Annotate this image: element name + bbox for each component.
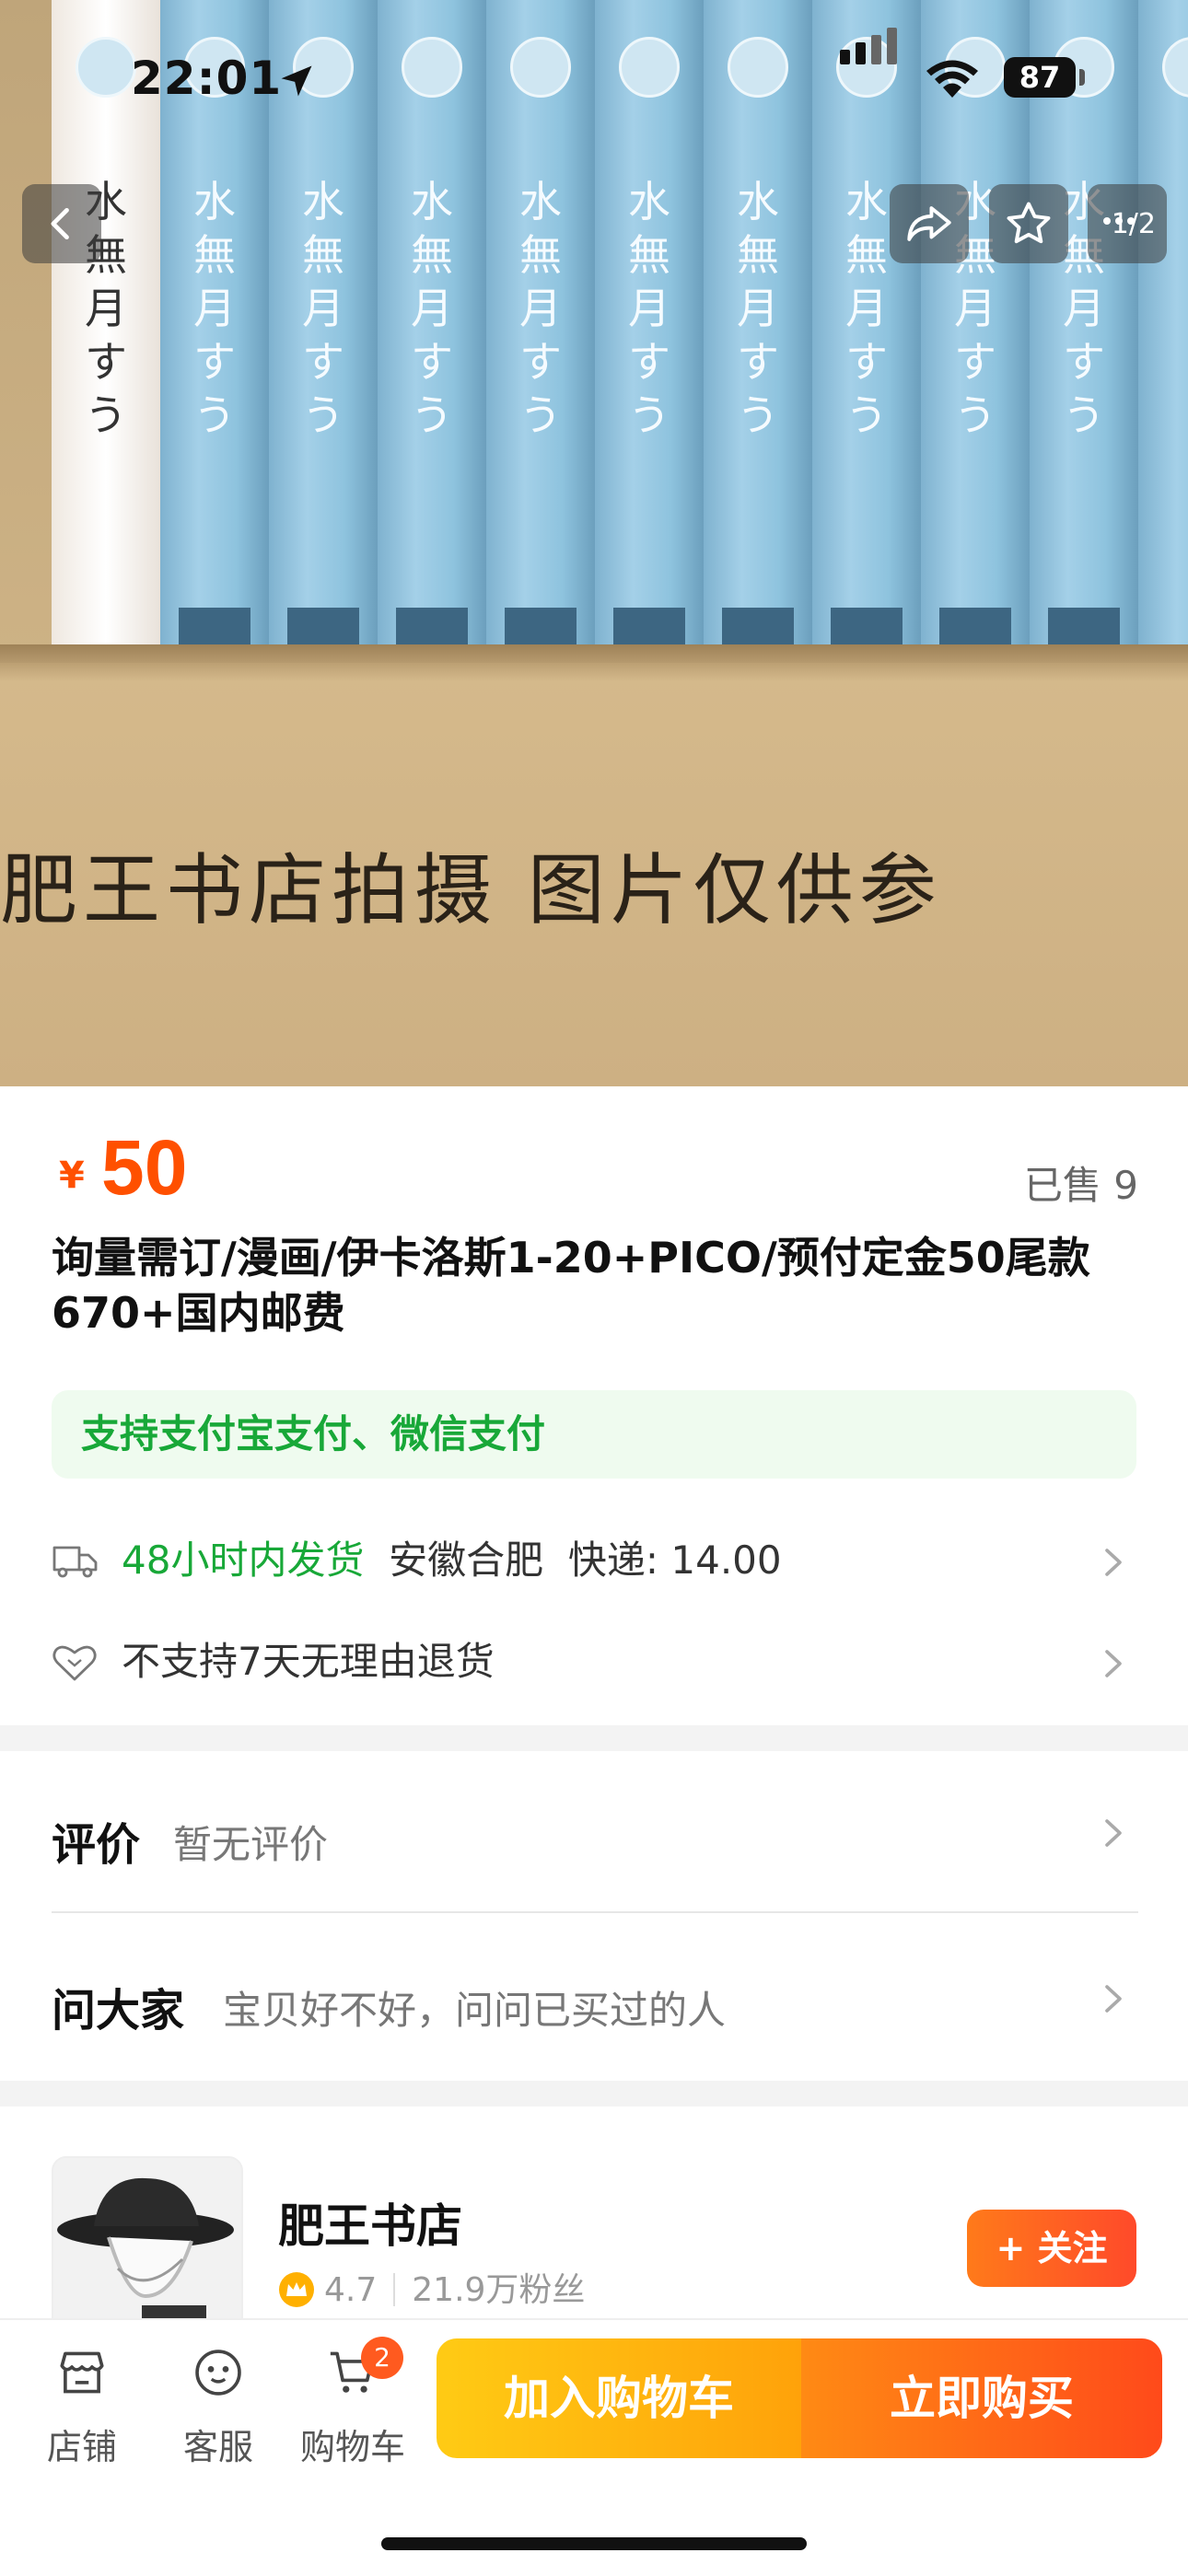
shop-avatar-image xyxy=(53,2158,241,2342)
shop-rating: 4.7 xyxy=(324,2271,378,2309)
home-indicator[interactable] xyxy=(381,2537,807,2550)
service-icon xyxy=(195,2350,241,2396)
image-page-indicator[interactable]: 1/2 xyxy=(1088,184,1167,263)
shelf-shadow xyxy=(0,644,1188,681)
qa-prompt: 宝贝好不好，问问已买过的人 xyxy=(223,1988,727,2033)
cart-label: 购物车 xyxy=(299,2427,405,2467)
spine-foot xyxy=(287,608,359,644)
payment-support-banner: 支持支付宝支付、微信支付 xyxy=(52,1390,1136,1479)
cart-count-badge: 2 xyxy=(361,2337,403,2379)
spine-foot xyxy=(179,608,250,644)
shop-fans: 21.9万粉丝 xyxy=(412,2271,586,2309)
return-policy: 不支持7天无理由退货 xyxy=(122,1639,495,1684)
ask-everyone-row[interactable]: 问大家 宝贝好不好，问问已买过的人 xyxy=(52,1937,1138,2057)
chevron-right-icon xyxy=(1105,1549,1122,1576)
shipping-origin: 安徽合肥 xyxy=(389,1537,544,1583)
add-to-cart-button[interactable]: 加入购物车 xyxy=(437,2338,801,2458)
spine-text: 水無月すう xyxy=(845,177,888,440)
chevron-left-icon xyxy=(51,207,69,240)
image-caption: 肥王书店拍摄 图片仅供参 xyxy=(0,845,942,935)
spine-foot xyxy=(613,608,685,644)
store-label: 店铺 xyxy=(46,2427,117,2467)
reviews-row[interactable]: 评价 暂无评价 xyxy=(52,1771,1138,1891)
shop-meta: 4.7 21.9万粉丝 xyxy=(278,2263,585,2311)
shop-name[interactable]: 肥王书店 xyxy=(278,2189,462,2256)
service-label: 客服 xyxy=(182,2427,253,2467)
product-title: 询量需订/漫画/伊卡洛斯1-20+PICO/预付定金50尾款670+国内邮费 xyxy=(52,1233,1090,1338)
spine-text: 水無月すう xyxy=(411,177,453,440)
heart-icon xyxy=(52,1645,97,1681)
spine-foot xyxy=(505,608,577,644)
share-icon xyxy=(907,206,951,241)
chevron-right-icon xyxy=(1105,1985,1122,2013)
meta-separator xyxy=(393,2273,396,2306)
cart-button[interactable]: 2 购物车 xyxy=(293,2337,413,2469)
row-divider xyxy=(52,1911,1138,1913)
section-divider xyxy=(0,2081,1188,2106)
qa-label: 问大家 xyxy=(52,1985,185,2036)
spine-text: 水無月すう xyxy=(519,177,562,440)
customer-service-button[interactable]: 客服 xyxy=(158,2346,278,2469)
price-row: ¥ 50 已售 9 xyxy=(52,1123,1138,1215)
share-button[interactable] xyxy=(890,184,969,263)
battery-tip xyxy=(1079,69,1085,86)
buy-now-button[interactable]: 立即购买 xyxy=(801,2338,1162,2458)
reviews-summary: 暂无评价 xyxy=(173,1822,329,1867)
shipping-fee: 快递: 14.00 xyxy=(567,1537,782,1583)
spine-foot xyxy=(831,608,903,644)
battery-indicator: 87 xyxy=(1004,57,1076,98)
shipping-row[interactable]: 48小时内发货 安徽合肥 快递: 14.00 xyxy=(52,1528,1138,1593)
chevron-right-icon xyxy=(1105,1650,1122,1677)
spine-text: 水無月すう xyxy=(628,177,670,440)
spine-foot xyxy=(939,608,1011,644)
spine-foot xyxy=(396,608,468,644)
shop-avatar[interactable] xyxy=(52,2156,243,2344)
favorite-button[interactable] xyxy=(989,184,1068,263)
spine-foot xyxy=(1048,608,1120,644)
product-image[interactable]: 水無月すう 水無月すう 水無月すう 水無月すう 水無月すう 水無月すう 水無月す… xyxy=(0,0,1188,1086)
status-time: 22:01 xyxy=(131,52,283,105)
back-button[interactable] xyxy=(22,184,101,263)
spine-text: 水無月すう xyxy=(737,177,779,440)
spine-text: 水無月すう xyxy=(302,177,344,440)
wifi-icon xyxy=(926,60,978,98)
section-divider xyxy=(0,1725,1188,1751)
store-icon xyxy=(60,2351,104,2394)
currency-symbol: ¥ xyxy=(59,1155,85,1197)
location-arrow-icon xyxy=(281,65,312,97)
shipping-time: 48小时内发货 xyxy=(122,1537,365,1583)
reviews-label: 评价 xyxy=(52,1819,141,1871)
star-icon xyxy=(1007,202,1051,244)
page-count: 1/2 xyxy=(1111,208,1156,240)
return-policy-row[interactable]: 不支持7天无理由退货 xyxy=(52,1630,1138,1694)
truck-icon xyxy=(52,1546,98,1578)
follow-button[interactable]: + 关注 xyxy=(967,2210,1136,2287)
price: 50 xyxy=(101,1124,188,1211)
sold-count: 已售 9 xyxy=(1023,1163,1138,1208)
spine-foot xyxy=(722,608,794,644)
spine-text: 水無月すう xyxy=(193,177,236,440)
crown-icon xyxy=(279,2272,314,2307)
chevron-right-icon xyxy=(1105,1819,1122,1847)
shipping-info: 48小时内发货 安徽合肥 快递: 14.00 xyxy=(122,1528,782,1593)
store-button[interactable]: 店铺 xyxy=(22,2346,142,2469)
status-bar: 22:01 87 xyxy=(0,0,1188,157)
